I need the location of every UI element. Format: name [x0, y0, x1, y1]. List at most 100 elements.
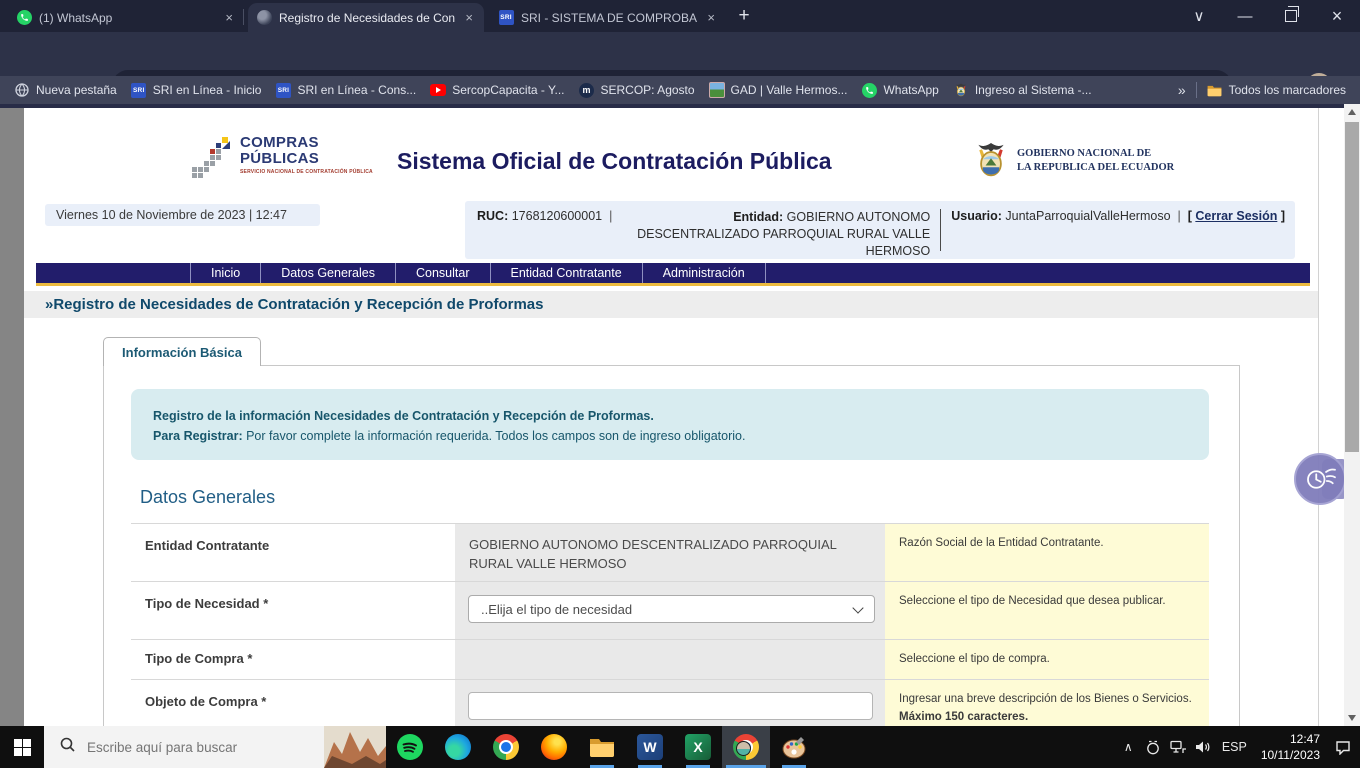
excel-icon: X	[685, 734, 711, 760]
page-top-strip	[0, 104, 1360, 108]
file-explorer-icon	[589, 736, 615, 758]
page-right-edge	[1318, 108, 1319, 726]
page-left-gutter	[0, 108, 24, 726]
field-help: Ingresar una breve descripción de los Bi…	[885, 680, 1209, 726]
start-button[interactable]	[0, 726, 44, 768]
tab-registro-necesidades[interactable]: Registro de Necesidades de Con ×	[248, 3, 484, 32]
taskbar-explorer[interactable]	[578, 726, 626, 768]
page-scrollbar[interactable]	[1344, 104, 1360, 726]
globe-icon	[14, 82, 30, 98]
breadcrumb-band: »Registro de Necesidades de Contratación…	[24, 291, 1318, 318]
whatsapp-icon	[16, 10, 32, 26]
page-title: Sistema Oficial de Contratación Pública	[397, 148, 832, 175]
field-label: Entidad Contratante	[131, 524, 455, 581]
close-tab-icon[interactable]: ×	[222, 10, 236, 25]
field-label: Tipo de Compra *	[131, 640, 455, 679]
bookmark-sri-consultas[interactable]: SRI SRI en Línea - Cons...	[275, 82, 416, 98]
sercop-favicon	[256, 10, 272, 26]
tab-search-icon[interactable]: ∨	[1176, 0, 1222, 32]
bookmark-nueva-pestana[interactable]: Nueva pestaña	[14, 82, 117, 98]
tab-divider	[243, 9, 244, 25]
taskbar-chrome[interactable]	[482, 726, 530, 768]
nav-consultar[interactable]: Consultar	[395, 263, 490, 283]
logout-link[interactable]: Cerrar Sesión	[1195, 209, 1277, 223]
close-window-button[interactable]: ×	[1314, 0, 1360, 32]
session-bar: RUC: 1768120600001 | Entidad: GOBIERNO A…	[465, 201, 1295, 259]
search-highlight-image[interactable]	[324, 726, 386, 768]
bookmark-sercop-agosto[interactable]: m SERCOP: Agosto	[579, 82, 695, 98]
taskbar-firefox[interactable]	[530, 726, 578, 768]
chrome-icon	[733, 734, 759, 760]
word-icon: W	[637, 734, 663, 760]
sri-icon: SRI	[131, 82, 147, 98]
bookmark-sercopcapacita[interactable]: SercopCapacita - Y...	[430, 82, 564, 98]
taskbar-spotify[interactable]	[386, 726, 434, 768]
search-input[interactable]	[85, 739, 289, 756]
bookmark-ingreso-sistema[interactable]: Ingreso al Sistema -...	[953, 82, 1092, 98]
taskbar-word[interactable]: W	[626, 726, 674, 768]
clock[interactable]: 12:47 10/11/2023	[1261, 731, 1320, 763]
new-tab-button[interactable]: +	[728, 0, 760, 32]
nav-inicio[interactable]: Inicio	[190, 263, 260, 283]
search-icon	[60, 737, 75, 757]
row-tipo-necesidad: Tipo de Necesidad * ..Elija el tipo de n…	[131, 581, 1209, 639]
chevron-down-icon	[852, 602, 863, 613]
sri-icon: SRI	[275, 82, 291, 98]
taskbar-excel[interactable]: X	[674, 726, 722, 768]
web-page: COMPRAS PÚBLICAS SERVICIO NACIONAL DE CO…	[0, 104, 1360, 726]
screen: (1) WhatsApp × Registro de Necesidades d…	[0, 0, 1360, 768]
tipo-necesidad-select[interactable]: ..Elija el tipo de necesidad	[468, 595, 875, 623]
sri-favicon: SRI	[498, 10, 514, 26]
all-bookmarks-button[interactable]: Todos los marcadores	[1207, 82, 1346, 98]
user-field: Usuario: JuntaParroquialValleHermoso | […	[951, 209, 1285, 259]
firefox-icon	[541, 734, 567, 760]
restore-button[interactable]	[1268, 0, 1314, 32]
tab-title: SRI - SISTEMA DE COMPROBANT	[521, 11, 697, 25]
taskbar-edge[interactable]	[434, 726, 482, 768]
folder-icon	[1207, 82, 1223, 98]
tab-title: Registro de Necesidades de Con	[279, 11, 455, 25]
nav-entidad-contratante[interactable]: Entidad Contratante	[490, 263, 642, 283]
pixel-arrow-icon	[190, 135, 234, 181]
bookmark-gad-valle-hermoso[interactable]: GAD | Valle Hermos...	[709, 82, 848, 98]
minimize-button[interactable]: —	[1222, 0, 1268, 32]
browser-titlebar: (1) WhatsApp × Registro de Necesidades d…	[0, 0, 1360, 32]
windows-icon	[14, 739, 31, 756]
network-icon[interactable]	[1166, 726, 1191, 768]
bookmarks-bar: Nueva pestaña SRI SRI en Línea - Inicio …	[0, 76, 1360, 104]
bookmark-sri-inicio[interactable]: SRI SRI en Línea - Inicio	[131, 82, 262, 98]
close-tab-icon[interactable]: ×	[462, 10, 476, 25]
winged-clock-icon	[1294, 453, 1346, 505]
volume-icon[interactable]	[1191, 726, 1216, 768]
objeto-compra-input[interactable]	[468, 692, 873, 720]
taskbar-paint[interactable]	[770, 726, 818, 768]
youtube-icon	[430, 82, 446, 98]
bookmark-whatsapp[interactable]: WhatsApp	[861, 82, 938, 98]
bookmarks-overflow-icon[interactable]: »	[1178, 82, 1186, 98]
taskbar-search[interactable]	[44, 726, 386, 768]
scroll-up-icon[interactable]	[1348, 109, 1356, 115]
hidden-icons-chevron[interactable]: ∧	[1116, 726, 1141, 768]
tab-whatsapp[interactable]: (1) WhatsApp ×	[8, 3, 244, 32]
field-help: Seleccione el tipo de Necesidad que dese…	[885, 582, 1209, 639]
chrome-icon	[493, 734, 519, 760]
close-tab-icon[interactable]: ×	[704, 10, 718, 25]
notifications-icon[interactable]	[1326, 726, 1360, 768]
entity-field: Entidad: GOBIERNO AUTONOMO DESCENTRALIZA…	[630, 209, 930, 259]
main-nav: Inicio Datos Generales Consultar Entidad…	[36, 263, 1310, 283]
ruc-field: RUC: 1768120600001 |	[477, 209, 612, 259]
tab-informacion-basica[interactable]: Información Básica	[103, 337, 261, 366]
meet-now-icon[interactable]	[1141, 726, 1166, 768]
gobierno-logo: GOBIERNO NACIONAL DE LA REPUBLICA DEL EC…	[973, 140, 1174, 182]
section-title: Datos Generales	[140, 487, 275, 508]
taskbar-chrome-active[interactable]	[722, 726, 770, 768]
language-indicator[interactable]: ESP	[1222, 740, 1247, 754]
tab-title: (1) WhatsApp	[39, 11, 215, 25]
scroll-down-icon[interactable]	[1348, 715, 1356, 721]
tab-sri[interactable]: SRI SRI - SISTEMA DE COMPROBANT ×	[490, 3, 726, 32]
nav-administracion[interactable]: Administración	[642, 263, 766, 283]
nav-datos-generales[interactable]: Datos Generales	[260, 263, 395, 283]
logo-tagline: SERVICIO NACIONAL DE CONTRATACIÓN PÚBLIC…	[240, 169, 373, 175]
scrollbar-thumb[interactable]	[1345, 122, 1359, 452]
notice-box: Registro de la información Necesidades d…	[131, 389, 1209, 460]
